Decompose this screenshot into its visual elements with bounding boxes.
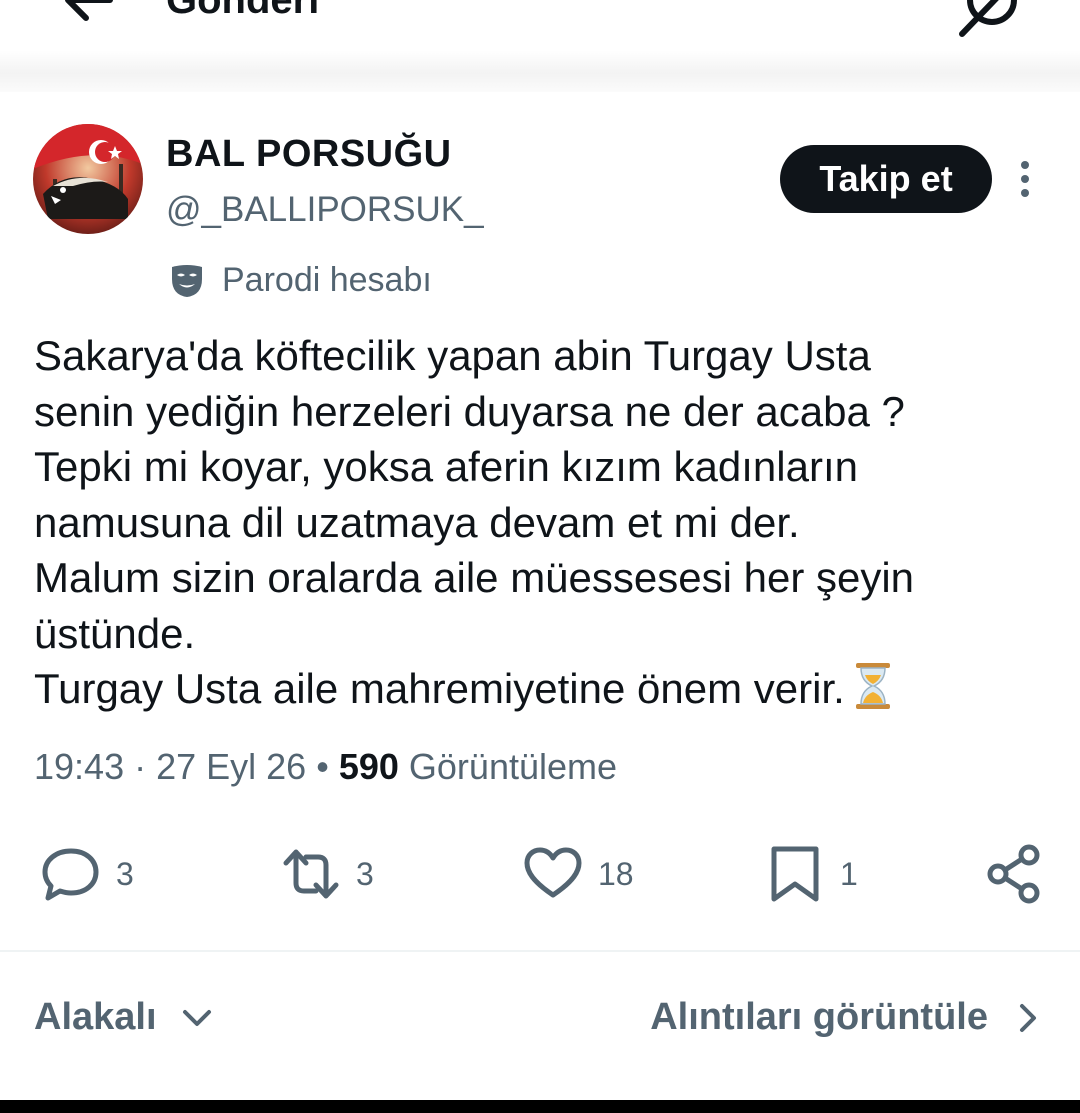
author-display-name[interactable]: BAL PORSUĞU <box>166 132 452 176</box>
tweet-text-line-last: Turgay Usta aile mahremiyetine önem veri… <box>34 661 1054 717</box>
parody-label: Parodi hesabı <box>168 258 432 302</box>
grok-icon[interactable] <box>956 0 1022 38</box>
meta-separator: • <box>306 746 339 787</box>
reply-icon[interactable] <box>40 843 102 905</box>
tweet-text-line: üstünde. <box>34 609 196 657</box>
views-count: 590 <box>338 746 399 787</box>
repost-count: 3 <box>356 855 374 892</box>
meta-separator: · <box>124 746 157 787</box>
parody-mask-icon <box>172 265 202 297</box>
share-icon[interactable] <box>984 843 1046 905</box>
back-arrow-icon[interactable] <box>58 0 118 30</box>
tweet-text-line: senin yediğin herzeleri duyarsa ne der a… <box>34 387 905 435</box>
view-quotes-label[interactable]: Alıntıları görüntüle <box>650 996 988 1039</box>
page-title: Gönderi <box>166 0 320 22</box>
tweet-text-line: Malum sizin oralarda aile müessesesi her… <box>34 554 915 601</box>
honey-badger-avatar-image <box>33 124 143 234</box>
bookmark-action[interactable]: 1 <box>764 842 858 906</box>
sort-replies-dropdown[interactable]: Alakalı <box>34 996 215 1039</box>
heart-icon[interactable] <box>522 843 584 905</box>
tweet-text: Sakarya'da köftecilik yapan abin Turgay … <box>34 328 1054 717</box>
share-action[interactable] <box>984 842 1046 906</box>
bookmark-icon[interactable] <box>764 843 826 905</box>
divider <box>0 950 1080 952</box>
chevron-right-icon[interactable] <box>1010 1000 1046 1036</box>
reply-count: 3 <box>116 855 134 892</box>
repost-action[interactable]: 3 <box>280 842 374 906</box>
parody-label-text: Parodi hesabı <box>222 260 432 299</box>
tweet-text-line-content: Turgay Usta aile mahremiyetine önem veri… <box>34 665 845 712</box>
like-count: 18 <box>598 855 634 892</box>
chevron-down-icon[interactable] <box>179 1000 215 1036</box>
bookmark-count: 1 <box>840 855 858 892</box>
avatar[interactable] <box>33 124 143 234</box>
author-handle[interactable]: @_BALLIPORSUK_ <box>166 190 484 230</box>
system-navigation-bar <box>0 1100 1080 1113</box>
tweet-date: 27 Eyl 26 <box>156 746 307 787</box>
follow-button[interactable]: Takip et <box>780 145 992 213</box>
reply-action[interactable]: 3 <box>40 842 134 906</box>
tweet-text-line: namusuna dil uzatmaya devam et mi der. <box>34 498 800 546</box>
more-options-icon[interactable] <box>1012 158 1038 200</box>
repost-icon[interactable] <box>280 843 342 905</box>
tweet-meta: 19:43 · 27 Eyl 26 • 590 Görüntüleme <box>34 744 617 790</box>
top-app-bar: Gönderi <box>0 0 1080 92</box>
tweet-time: 19:43 <box>34 746 125 787</box>
views-label[interactable]: Görüntüleme <box>409 746 617 787</box>
view-quotes-link[interactable]: Alıntıları görüntüle <box>650 996 1046 1039</box>
tweet-text-line: Tepki mi koyar, yoksa aferin kızım kadın… <box>34 443 858 490</box>
tweet-detail-page: Gönderi BAL PORSUĞU @_BALLIPORSUK_ Takip… <box>0 0 1080 1113</box>
sort-label[interactable]: Alakalı <box>34 996 157 1039</box>
hourglass-icon <box>855 663 890 709</box>
like-action[interactable]: 18 <box>522 842 634 906</box>
tweet-text-line: Sakarya'da köftecilik yapan abin Turgay … <box>34 332 871 379</box>
